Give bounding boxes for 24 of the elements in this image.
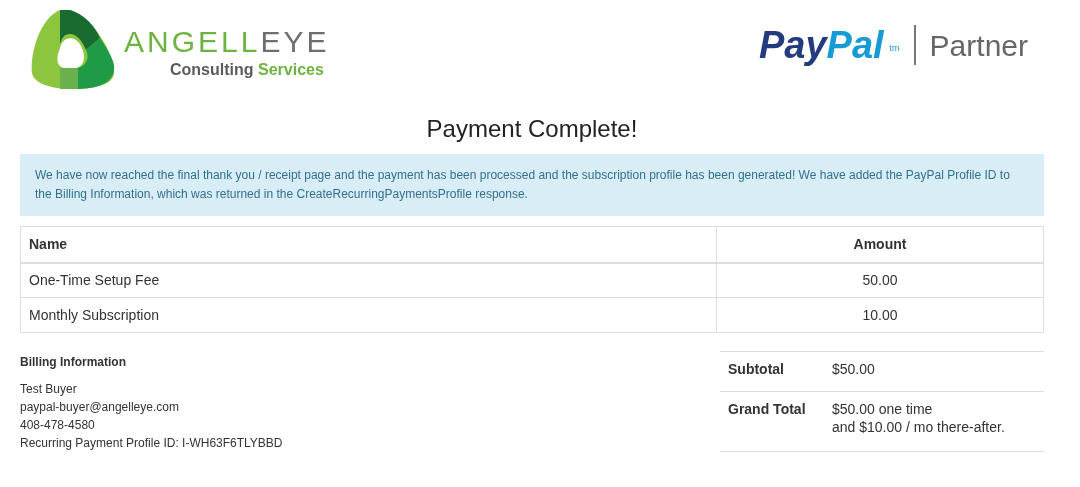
billing-line: Test Buyer	[20, 381, 78, 398]
table-cell: 50.00	[716, 262, 1044, 298]
table-cell: One-Time Setup Fee	[20, 262, 717, 298]
total-label: Grand Total	[720, 391, 824, 452]
total-label: Subtotal	[720, 351, 824, 392]
column-header: Amount	[716, 226, 1044, 263]
paypal-logo: PayPal	[758, 23, 885, 68]
partner-label: Partner	[929, 27, 1028, 64]
billing-line: 408-478-4580	[20, 417, 96, 434]
billing-line: paypal-buyer@angelleye.com	[20, 399, 180, 416]
page-title: Payment Complete!	[425, 114, 639, 144]
total-value: $50.00 one time	[832, 399, 934, 418]
trademark-label: tm	[889, 42, 900, 55]
total-value: $50.00	[832, 360, 876, 378]
billing-heading: Billing Information	[20, 354, 127, 371]
column-header: Name	[20, 226, 717, 263]
billing-line: Recurring Payment Profile ID: I-WH63F6TLYBBD	[20, 435, 283, 452]
info-alert: We have now reached the final thank you / receipt page and the payment has been processed and the subscription profile has been generated! We have added the PayPal Profile ID to the Billing Information, which was returned in the CreateRecurringPaymentsProfile response.	[20, 154, 1044, 216]
total-value: and $10.00 / mo there-after.	[832, 417, 1006, 436]
logo-icon	[30, 8, 116, 90]
table-cell: Monthly Subscription	[20, 297, 717, 333]
table-cell: 10.00	[716, 297, 1044, 333]
logo-name: ANGELLEYE	[124, 26, 330, 58]
logo-tagline: Consulting Services	[170, 60, 325, 80]
